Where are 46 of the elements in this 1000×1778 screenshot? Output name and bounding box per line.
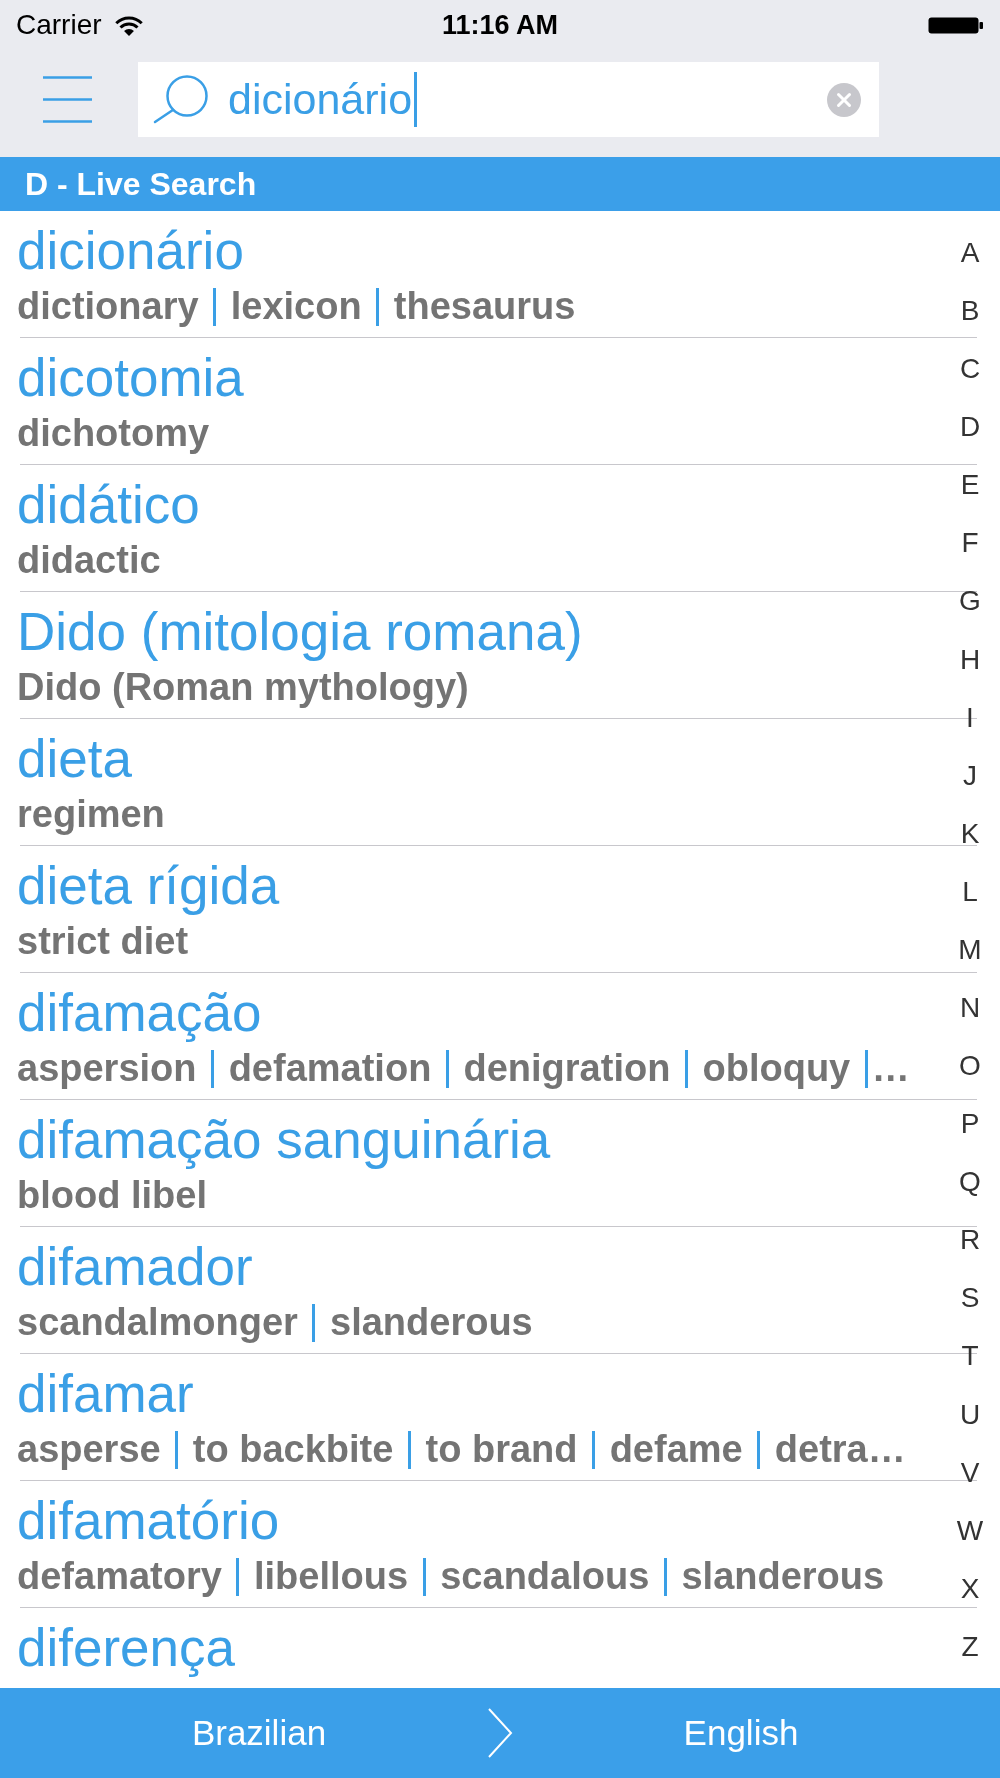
index-letter[interactable]: D bbox=[959, 413, 981, 442]
menu-icon[interactable] bbox=[43, 76, 92, 123]
clock-text: 11:16 AM bbox=[441, 11, 559, 39]
index-letter[interactable]: M bbox=[958, 935, 982, 964]
index-letter[interactable]: U bbox=[959, 1400, 981, 1429]
clear-icon[interactable] bbox=[827, 82, 861, 117]
index-letter[interactable]: C bbox=[959, 355, 981, 384]
translation-text: dictionary lexicon thesaurus bbox=[17, 284, 576, 328]
index-letter[interactable]: G bbox=[959, 587, 981, 616]
translation-text: defamatory libellous scandalous slanderous bbox=[17, 1554, 885, 1598]
index-letter[interactable]: J bbox=[963, 761, 977, 790]
section-header: D - Live Search bbox=[0, 157, 1000, 211]
index-letter[interactable]: Z bbox=[961, 1632, 979, 1661]
index-letter[interactable]: V bbox=[960, 1458, 980, 1487]
translation-text: regimen bbox=[17, 792, 165, 836]
index-letter[interactable]: S bbox=[960, 1284, 980, 1313]
index-letter[interactable]: K bbox=[960, 819, 980, 848]
translation-text: asperse to backbite to brand defame detra… bbox=[17, 1427, 906, 1471]
index-letter[interactable]: B bbox=[960, 297, 980, 326]
search-icon bbox=[153, 75, 209, 124]
translation-text: blood libel bbox=[17, 1173, 207, 1217]
index-letter[interactable]: I bbox=[966, 703, 974, 732]
index-letter[interactable]: O bbox=[959, 1052, 981, 1081]
index-letter[interactable]: W bbox=[956, 1516, 984, 1545]
index-letter[interactable]: Q bbox=[959, 1168, 981, 1197]
index-letter[interactable]: T bbox=[961, 1342, 979, 1371]
text-cursor-icon bbox=[414, 72, 418, 127]
index-letter[interactable]: E bbox=[960, 471, 980, 500]
translation-text: scandalmonger slanderous bbox=[17, 1300, 533, 1344]
carrier-text: Carrier bbox=[16, 11, 102, 39]
translation-text: strict diet bbox=[17, 919, 189, 963]
index-letter[interactable]: L bbox=[962, 877, 978, 906]
index-letter[interactable]: R bbox=[959, 1226, 981, 1255]
chevron-right-icon[interactable] bbox=[487, 1708, 513, 1758]
index-letter[interactable]: P bbox=[960, 1110, 980, 1139]
translation-text: aspersion defamation denigration obloquy … bbox=[17, 1046, 910, 1090]
index-letter[interactable]: A bbox=[960, 239, 980, 267]
index-letter[interactable]: X bbox=[960, 1574, 980, 1603]
translation-text: didactic bbox=[17, 538, 161, 582]
index-letter[interactable]: H bbox=[959, 645, 981, 674]
index-letter[interactable]: F bbox=[961, 529, 979, 558]
index-letter[interactable]: N bbox=[959, 994, 981, 1022]
battery-icon bbox=[928, 16, 984, 34]
wifi-icon bbox=[113, 14, 144, 36]
translation-text: dichotomy bbox=[17, 411, 210, 455]
translation-text: Dido (Roman mythology) bbox=[17, 665, 469, 709]
